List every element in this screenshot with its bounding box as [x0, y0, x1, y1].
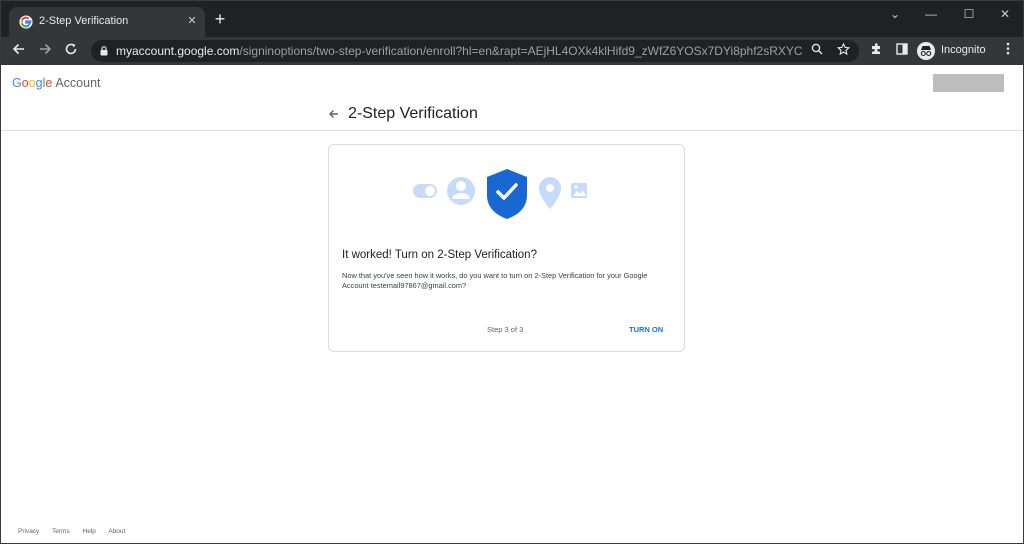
minimize-button[interactable]: —: [913, 1, 949, 29]
back-arrow-icon[interactable]: [9, 41, 29, 61]
brand-letter: G: [12, 76, 22, 90]
account-label: Account: [55, 76, 101, 90]
turn-on-button[interactable]: TURN ON: [629, 325, 663, 334]
url-text[interactable]: myaccount.google.com/signinoptions/two-s…: [116, 44, 802, 58]
google-favicon-icon: [19, 15, 33, 29]
extensions-icon[interactable]: [867, 42, 885, 60]
tab-search-icon[interactable]: ⌄: [877, 1, 913, 29]
footer-links: Privacy Terms Help About: [18, 528, 136, 535]
brand-letter: e: [45, 76, 53, 90]
reload-icon[interactable]: [61, 41, 81, 61]
brand-letter: o: [21, 76, 29, 90]
tab-title: 2-Step Verification: [39, 15, 129, 27]
maximize-button[interactable]: ☐: [951, 1, 987, 29]
security-illustration: [413, 169, 587, 219]
tab-2-step-verification[interactable]: 2-Step Verification ✕: [9, 7, 205, 37]
footer-link-terms[interactable]: Terms: [52, 528, 70, 535]
location-pin-icon: [539, 177, 561, 209]
account-avatar-placeholder[interactable]: [933, 74, 1004, 92]
footer-link-help[interactable]: Help: [83, 528, 96, 535]
incognito-icon: [917, 42, 935, 60]
lock-icon[interactable]: [100, 46, 108, 56]
shield-check-icon: [487, 169, 527, 219]
image-icon: [571, 183, 587, 198]
forward-arrow-icon[interactable]: [35, 41, 55, 61]
google-wordmark: Google: [12, 76, 52, 90]
google-account-logo[interactable]: Google Account: [12, 76, 101, 90]
address-bar[interactable]: myaccount.google.com/signinoptions/two-s…: [91, 40, 859, 62]
bookmark-star-icon[interactable]: [835, 42, 851, 59]
back-arrow-icon[interactable]: [327, 107, 341, 121]
url-host: myaccount.google.com: [116, 44, 240, 58]
card-title: It worked! Turn on 2-Step Verification?: [342, 249, 537, 261]
brand-letter: g: [35, 76, 43, 90]
tab-strip: 2-Step Verification ✕ + ⌄ — ☐ ✕: [1, 1, 1023, 37]
brand-letter: o: [28, 76, 36, 90]
toggle-icon: [413, 184, 437, 198]
person-icon: [447, 177, 475, 205]
page-content: Google Account 2-Step Verification It wo…: [1, 65, 1023, 543]
incognito-label: Incognito: [941, 44, 986, 56]
tab-close-icon[interactable]: ✕: [185, 14, 199, 28]
browser-window: 2-Step Verification ✕ + ⌄ — ☐ ✕ myaccoun…: [0, 0, 1024, 544]
page-header: 2-Step Verification: [1, 95, 1023, 131]
url-path: /signinoptions/two-step-verification/enr…: [239, 44, 802, 58]
side-panel-icon[interactable]: [893, 42, 911, 60]
new-tab-button[interactable]: +: [212, 10, 228, 28]
footer-link-privacy[interactable]: Privacy: [18, 528, 39, 535]
menu-kebab-icon[interactable]: [999, 42, 1017, 60]
browser-toolbar: myaccount.google.com/signinoptions/two-s…: [1, 37, 1023, 65]
card-body-text: Now that you've seen how it works, do yo…: [342, 271, 648, 290]
close-window-button[interactable]: ✕: [987, 1, 1023, 29]
page-title: 2-Step Verification: [348, 105, 478, 122]
zoom-search-icon[interactable]: [809, 43, 825, 59]
footer-link-about[interactable]: About: [108, 528, 125, 535]
confirmation-card: It worked! Turn on 2-Step Verification? …: [328, 144, 685, 352]
step-indicator: Step 3 of 3: [487, 325, 524, 334]
